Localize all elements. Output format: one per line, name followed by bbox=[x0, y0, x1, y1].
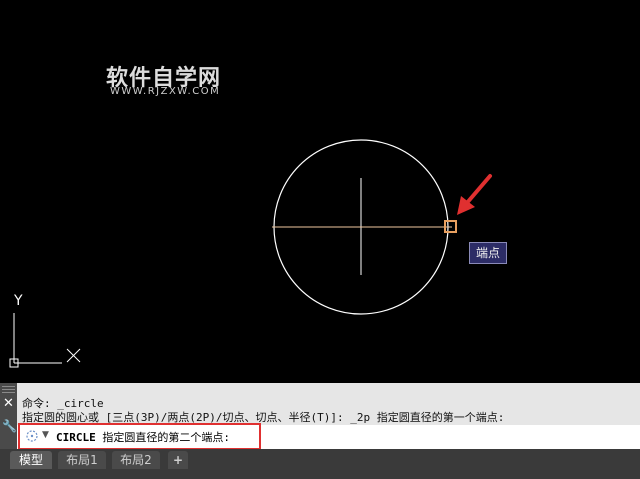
add-layout-button[interactable]: + bbox=[168, 451, 188, 469]
drawing-canvas[interactable]: 软件自学网 WWW.RJZXW.COM 端点 Y X bbox=[0, 0, 640, 383]
layout-tabs-bar: 模型 布局1 布局2 + bbox=[0, 449, 640, 479]
highlight-box bbox=[18, 423, 261, 450]
close-icon[interactable]: ✕ bbox=[2, 397, 15, 411]
tab-model[interactable]: 模型 bbox=[10, 451, 52, 469]
tab-layout2[interactable]: 布局2 bbox=[112, 451, 160, 469]
ucs-icon bbox=[9, 313, 81, 368]
command-line-handle[interactable]: ✕ 🔧 bbox=[0, 383, 17, 449]
tab-layout1[interactable]: 布局1 bbox=[58, 451, 106, 469]
osnap-tooltip: 端点 bbox=[469, 242, 507, 264]
wrench-icon[interactable]: 🔧 bbox=[2, 419, 17, 433]
arrow-annotation bbox=[457, 174, 492, 215]
ucs-y-label: Y bbox=[14, 293, 23, 309]
drawing-svg bbox=[9, 139, 492, 368]
